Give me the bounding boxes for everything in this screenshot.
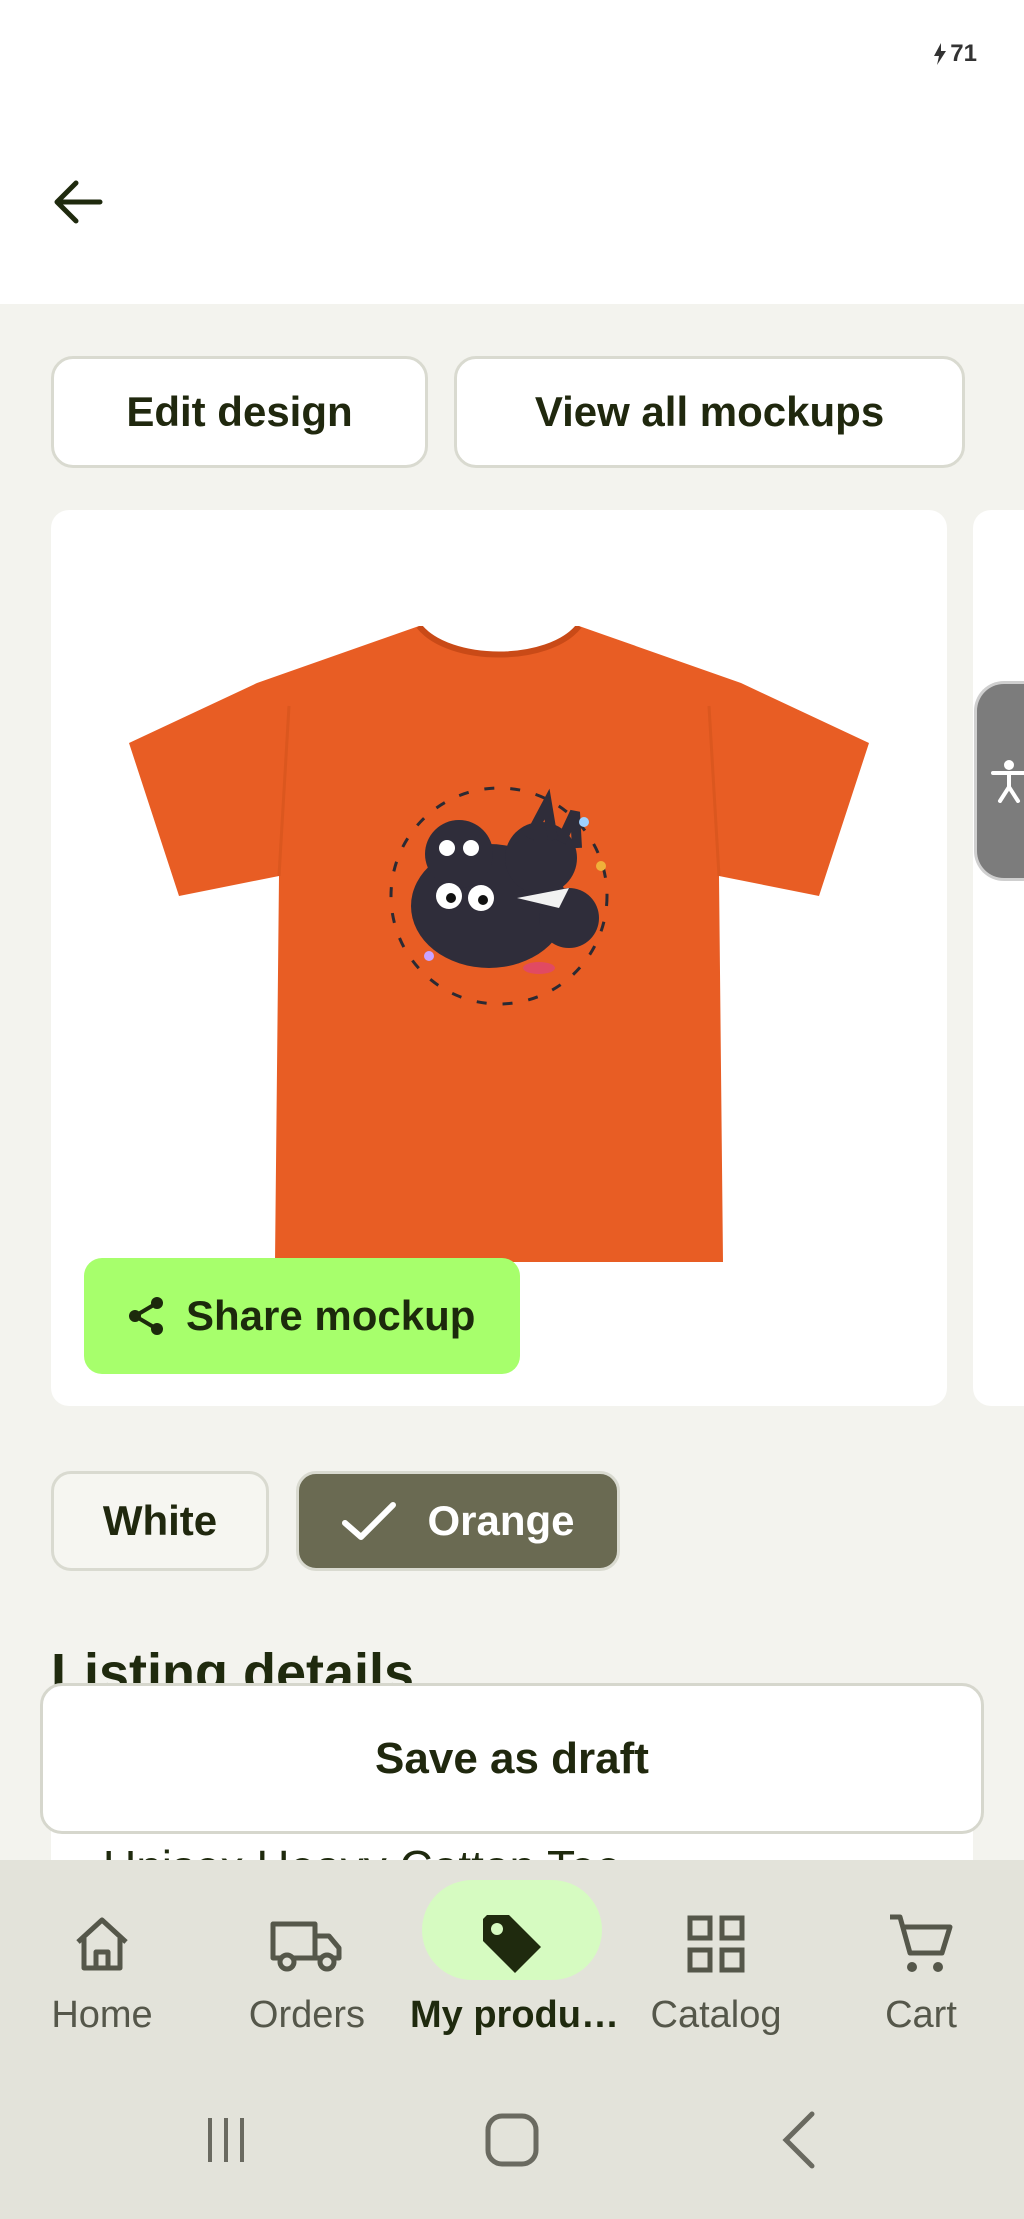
nav-label: Cart: [885, 1994, 957, 2036]
nav-label: Catalog: [650, 1994, 782, 2036]
grid-icon: [666, 1894, 766, 1994]
color-option-label: Orange: [427, 1497, 575, 1544]
nav-label: My produ…: [410, 1994, 619, 2036]
home-icon: [52, 1894, 152, 1994]
charging-icon: [934, 43, 947, 65]
recents-icon: [208, 2118, 244, 2162]
share-icon: [129, 1297, 163, 1335]
system-home-button[interactable]: [472, 2100, 552, 2180]
edit-design-button[interactable]: Edit design: [51, 356, 428, 468]
nav-item-my-products[interactable]: My produ…: [410, 1860, 619, 2060]
share-mockup-button[interactable]: Share mockup: [84, 1258, 520, 1374]
nav-item-home[interactable]: Home: [0, 1860, 204, 2060]
recents-button[interactable]: [186, 2100, 266, 2180]
system-back-button[interactable]: [760, 2100, 840, 2180]
status-bar: 71: [932, 40, 977, 68]
nav-item-orders[interactable]: Orders: [205, 1860, 409, 2060]
accessibility-button[interactable]: [974, 681, 1024, 881]
color-option-orange[interactable]: Orange: [296, 1471, 620, 1571]
bottom-navigation: Home Orders My produ… Catalog Cart: [0, 1860, 1024, 2060]
share-mockup-label: Share mockup: [186, 1292, 476, 1339]
nav-item-catalog[interactable]: Catalog: [614, 1860, 818, 2060]
truck-icon: [257, 1894, 357, 1994]
arrow-left-icon: [54, 180, 103, 224]
nav-label: Orders: [248, 1994, 366, 2036]
battery-level: 71: [950, 40, 977, 67]
back-button[interactable]: [42, 166, 114, 238]
next-mockup-card[interactable]: [973, 510, 1024, 1406]
home-button-icon: [485, 2113, 539, 2167]
color-option-label: White: [102, 1497, 218, 1544]
mockup-card[interactable]: Share mockup: [51, 510, 947, 1406]
header-area: 71: [0, 0, 1024, 304]
tshirt-mockup-image: [129, 626, 869, 1262]
color-option-white[interactable]: White: [51, 1471, 269, 1571]
product-mockup-screen: 71 Edit design View all mockups Share mo…: [0, 0, 1024, 2219]
cart-icon: [871, 1894, 971, 1994]
check-icon: [342, 1502, 397, 1540]
save-as-draft-button[interactable]: Save as draft: [40, 1683, 984, 1834]
nav-item-cart[interactable]: Cart: [819, 1860, 1023, 2060]
tag-icon: [462, 1894, 562, 1994]
system-navigation-bar: [0, 2060, 1024, 2219]
accessibility-icon: [991, 760, 1024, 803]
nav-label: Home: [51, 1994, 153, 2036]
view-all-mockups-button[interactable]: View all mockups: [454, 356, 965, 468]
back-chevron-icon: [782, 2111, 815, 2169]
